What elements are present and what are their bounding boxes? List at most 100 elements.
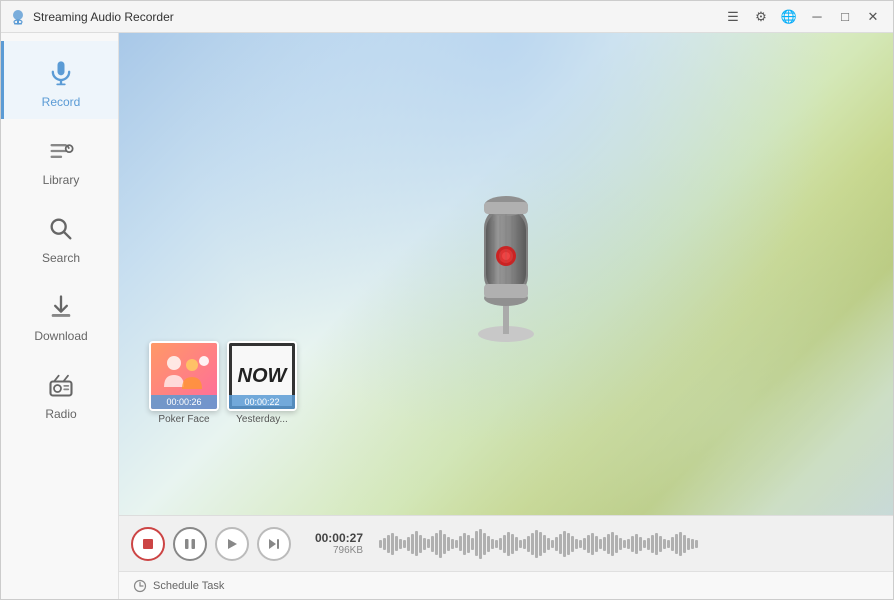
waveform-display — [379, 529, 881, 559]
app-icon — [9, 8, 27, 26]
sidebar-item-radio[interactable]: Radio — [1, 353, 118, 431]
record-background: 00:00:26 Poker Face NOW 00:00:22 Yesterd… — [119, 33, 893, 515]
waveform-bar — [635, 534, 638, 554]
waveform-bar — [627, 539, 630, 549]
waveform-bar — [415, 531, 418, 556]
waveform-bar — [383, 538, 386, 550]
waveform-bar — [479, 529, 482, 559]
waveform-bar — [631, 536, 634, 552]
poker-face-time: 00:00:26 — [151, 395, 217, 409]
waveform-bar — [511, 534, 514, 554]
waveform-bar — [663, 539, 666, 549]
waveform-bar — [567, 533, 570, 555]
waveform-bar — [591, 533, 594, 555]
sidebar-item-record[interactable]: Record — [1, 41, 118, 119]
download-icon — [43, 289, 79, 325]
record-label: Record — [42, 95, 81, 109]
skip-button[interactable] — [257, 527, 291, 561]
waveform-bar — [515, 537, 518, 551]
schedule-bar[interactable]: Schedule Task — [119, 571, 893, 599]
waveform-bar — [523, 539, 526, 549]
library-label: Library — [43, 173, 80, 187]
sidebar-item-search[interactable]: Search — [1, 197, 118, 275]
waveform-bar — [431, 536, 434, 552]
waveform-bar — [463, 533, 466, 555]
time-info: 00:00:27 796KB — [303, 531, 363, 556]
titlebar: Streaming Audio Recorder ☰ ⚙ 🌐 ─ □ ✕ — [1, 1, 893, 33]
yesterday-label: Yesterday... — [236, 414, 288, 425]
thumb-art-yesterday: NOW 00:00:22 — [227, 341, 297, 411]
waveform-bar — [671, 537, 674, 551]
settings-button[interactable]: ⚙ — [749, 5, 773, 29]
minimize-button[interactable]: ─ — [805, 5, 829, 29]
waveform-bar — [615, 535, 618, 553]
waveform-bar — [695, 540, 698, 548]
waveform-bar — [503, 535, 506, 553]
file-size: 796KB — [333, 545, 363, 556]
waveform-bar — [651, 535, 654, 553]
record-icon — [43, 55, 79, 91]
current-time: 00:00:27 — [315, 531, 363, 545]
sidebar-item-download[interactable]: Download — [1, 275, 118, 353]
waveform-bar — [667, 540, 670, 548]
waveform-bar — [451, 539, 454, 549]
waveform-bar — [595, 536, 598, 552]
search-icon — [43, 211, 79, 247]
sidebar-item-library[interactable]: Library — [1, 119, 118, 197]
waveform-bar — [675, 534, 678, 554]
waveform-bar — [583, 538, 586, 550]
thumb-art-poker: 00:00:26 — [149, 341, 219, 411]
waveform-bar — [407, 537, 410, 551]
waveform-bar — [435, 533, 438, 555]
waveform-bar — [455, 540, 458, 548]
waveform-bar — [687, 538, 690, 550]
waveform-bar — [623, 540, 626, 548]
poker-face-label: Poker Face — [158, 414, 209, 425]
waveform-bar — [459, 536, 462, 551]
waveform-bar — [539, 532, 542, 556]
waveform-bar — [643, 540, 646, 548]
waveform-bar — [659, 536, 662, 552]
waveform-bar — [391, 533, 394, 555]
app-title: Streaming Audio Recorder — [33, 10, 721, 24]
library-icon — [43, 133, 79, 169]
waveform-bar — [527, 536, 530, 552]
thumb-yesterday[interactable]: NOW 00:00:22 Yesterday... — [227, 341, 297, 425]
radio-label: Radio — [45, 407, 76, 421]
sidebar: Record Library — [1, 33, 119, 599]
waveform-bar — [483, 533, 486, 555]
waveform-bar — [639, 537, 642, 551]
maximize-button[interactable]: □ — [833, 5, 857, 29]
waveform-bar — [535, 530, 538, 558]
play-button[interactable] — [215, 527, 249, 561]
waveform-bar — [491, 539, 494, 549]
waveform-bar — [447, 537, 450, 551]
web-button[interactable]: 🌐 — [777, 5, 801, 29]
waveform-bar — [499, 538, 502, 550]
waveform-bar — [551, 540, 554, 548]
waveform-bar — [547, 538, 550, 550]
record-area: 00:00:26 Poker Face NOW 00:00:22 Yesterd… — [119, 33, 893, 599]
stop-button[interactable] — [131, 527, 165, 561]
waveform-bar — [647, 538, 650, 550]
thumbnails-container: 00:00:26 Poker Face NOW 00:00:22 Yesterd… — [149, 341, 297, 425]
waveform-bar — [559, 534, 562, 554]
waveform-bar — [467, 535, 470, 553]
waveform-bar — [679, 532, 682, 556]
waveform-bar — [563, 531, 566, 557]
waveform-bar — [379, 540, 382, 548]
waveform-bar — [607, 534, 610, 554]
close-button[interactable]: ✕ — [861, 5, 885, 29]
waveform-bar — [619, 538, 622, 550]
pause-button[interactable] — [173, 527, 207, 561]
app-window: Streaming Audio Recorder ☰ ⚙ 🌐 ─ □ ✕ — [0, 0, 894, 600]
thumb-poker-face[interactable]: 00:00:26 Poker Face — [149, 341, 219, 425]
menu-button[interactable]: ☰ — [721, 5, 745, 29]
waveform-bar — [611, 532, 614, 556]
waveform-bar — [531, 533, 534, 555]
waveform-bar — [475, 531, 478, 556]
waveform-bar — [487, 536, 490, 552]
waveform-bar — [575, 539, 578, 549]
schedule-label: Schedule Task — [153, 580, 224, 592]
waveform-bar — [571, 536, 574, 552]
